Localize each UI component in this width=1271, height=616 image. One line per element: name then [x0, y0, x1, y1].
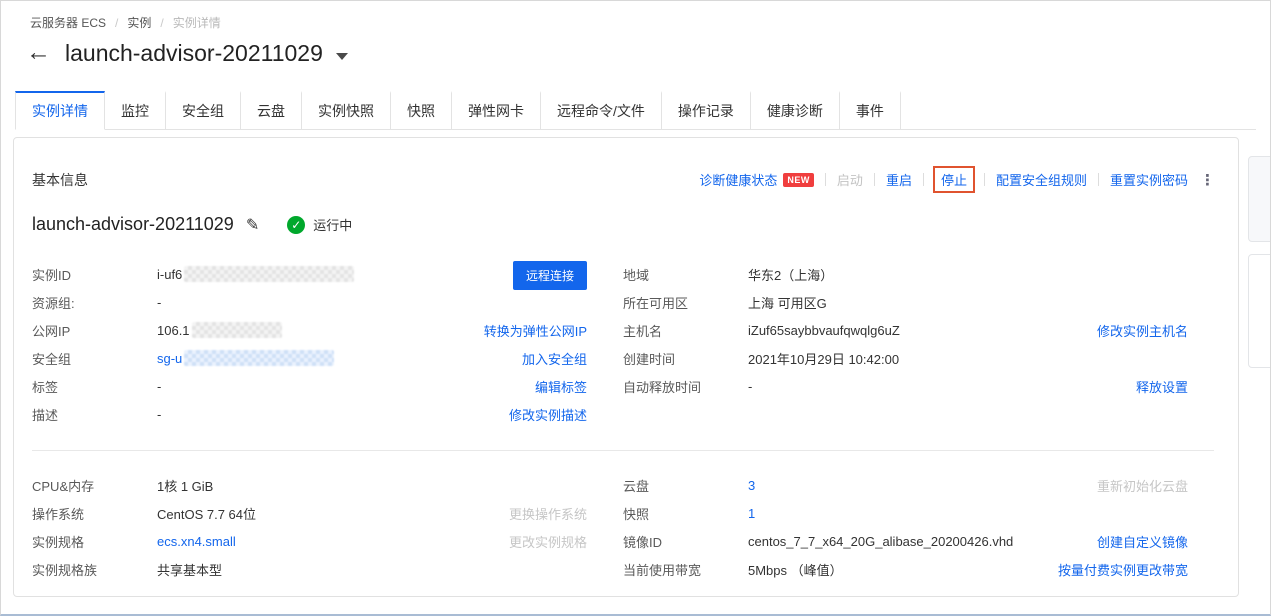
row-bandwidth: 当前使用带宽 5Mbps （峰值） 按量付费实例更改带宽	[623, 555, 1188, 583]
section-divider	[32, 450, 1214, 451]
row-public-ip: 公网IP 106.1 转换为弹性公网IP	[32, 321, 587, 340]
running-check-icon: ✓	[287, 215, 306, 234]
security-group-link[interactable]: sg-u	[157, 350, 335, 366]
detail-grid: 远程连接 实例ID i-uf6 资源组: - 公网IP 106.1 转换为弹性公…	[32, 260, 1214, 428]
change-instance-type-link: 更改实例规格	[508, 534, 587, 550]
stop-link[interactable]: 停止	[941, 173, 967, 188]
tab-bar-filler	[900, 91, 1256, 130]
edit-name-icon[interactable]: ✎	[246, 215, 259, 235]
row-resource-group: 资源组: -	[32, 294, 162, 311]
reset-instance-password-link[interactable]: 重置实例密码	[1110, 170, 1188, 189]
status-badge: ✓ 运行中	[287, 215, 352, 234]
tab-monitoring[interactable]: 监控	[105, 91, 166, 130]
diagnose-health-link[interactable]: 诊断健康状态	[699, 170, 777, 189]
breadcrumb-separator: /	[160, 15, 164, 30]
row-snapshots: 快照 1	[623, 505, 756, 522]
row-instance-type-family: 实例规格族 共享基本型	[32, 562, 223, 578]
row-image-id: 镜像ID centos_7_7_x64_20G_alibase_20200426…	[623, 532, 1188, 551]
tab-snapshots[interactable]: 快照	[391, 91, 452, 130]
modify-hostname-link[interactable]: 修改实例主机名	[1097, 321, 1188, 340]
tab-health-diagnosis[interactable]: 健康诊断	[750, 91, 840, 130]
breadcrumb-instances[interactable]: 实例	[127, 14, 151, 31]
convert-to-eip-link[interactable]: 转换为弹性公网IP	[484, 321, 587, 340]
breadcrumb-instance-detail: 实例详情	[172, 16, 221, 30]
new-badge: NEW	[783, 172, 814, 187]
action-divider	[983, 173, 985, 186]
side-panel-collapsed-top[interactable]	[1248, 156, 1270, 242]
chevron-down-icon[interactable]	[335, 53, 348, 60]
row-disks: 云盘 3 重新初始化云盘	[623, 477, 1188, 494]
instance-name-row: launch-advisor-20211029 ✎ ✓ 运行中	[32, 214, 1214, 235]
start-link: 启动	[836, 173, 863, 188]
configure-security-group-link[interactable]: 配置安全组规则	[996, 170, 1087, 189]
row-instance-id: 实例ID i-uf6	[32, 260, 587, 288]
instance-type-link[interactable]: ecs.xn4.small	[157, 534, 236, 549]
instance-name: launch-advisor-20211029	[32, 214, 234, 234]
status-text: 运行中	[313, 218, 353, 233]
tab-instance-details[interactable]: 实例详情	[15, 91, 105, 130]
row-auto-release-time: 自动释放时间 - 释放设置	[623, 377, 1188, 396]
row-created-time: 创建时间 2021年10月29日 10:42:00	[623, 351, 900, 367]
masked-public-ip	[191, 322, 282, 338]
tab-instance-snapshots[interactable]: 实例快照	[302, 91, 391, 130]
basic-info-card: 基本信息 诊断健康状态 NEW 启动 重启 停止 配置安全组规则 重置实例密码 …	[13, 137, 1239, 597]
release-settings-link[interactable]: 释放设置	[1136, 377, 1188, 396]
action-divider	[873, 173, 875, 186]
tab-operation-records[interactable]: 操作记录	[661, 91, 751, 130]
disks-count-link[interactable]: 3	[748, 478, 755, 493]
tab-disks[interactable]: 云盘	[241, 91, 302, 130]
action-divider	[922, 173, 924, 186]
change-os-link: 更换操作系统	[508, 506, 587, 522]
side-panel-collapsed-bottom[interactable]	[1248, 254, 1270, 368]
more-actions-icon[interactable]: ⋮	[1200, 171, 1215, 189]
remote-connect-button[interactable]: 远程连接	[512, 261, 587, 290]
tab-bar: 实例详情 监控 安全组 云盘 实例快照 快照 弹性网卡 远程命令/文件 操作记录…	[15, 91, 1256, 130]
row-tags: 标签 - 编辑标签	[32, 377, 587, 396]
tab-enis[interactable]: 弹性网卡	[452, 91, 541, 130]
breadcrumb: 云服务器 ECS / 实例 / 实例详情	[1, 1, 1270, 31]
tab-remote-command-file[interactable]: 远程命令/文件	[541, 91, 662, 130]
row-os: 操作系统 CentOS 7.7 64位 更换操作系统	[32, 499, 587, 527]
row-description: 描述 - 修改实例描述	[32, 405, 587, 424]
row-zone: 所在可用区 上海 可用区G	[623, 295, 827, 311]
join-security-group-link[interactable]: 加入安全组	[522, 349, 587, 368]
instance-actions: 诊断健康状态 NEW 启动 重启 停止 配置安全组规则 重置实例密码 ⋮	[699, 166, 1215, 193]
stop-highlight-box: 停止	[932, 166, 975, 193]
row-security-group: 安全组 sg-u 加入安全组	[32, 349, 587, 368]
row-instance-type: 实例规格 ecs.xn4.small 更改实例规格	[32, 533, 587, 550]
restart-link[interactable]: 重启	[886, 170, 912, 189]
breadcrumb-separator: /	[115, 15, 119, 30]
create-custom-image-link[interactable]: 创建自定义镜像	[1097, 532, 1188, 551]
page-title: launch-advisor-20211029	[65, 40, 323, 66]
change-bandwidth-link[interactable]: 按量付费实例更改带宽	[1058, 560, 1188, 579]
action-divider	[1097, 173, 1099, 186]
ecs-instance-detail-page: 云服务器 ECS / 实例 / 实例详情 ← launch-advisor-20…	[0, 0, 1271, 616]
action-divider	[824, 173, 826, 186]
row-region: 地域 华东2（上海）	[623, 267, 834, 283]
reinitialize-disk-link: 重新初始化云盘	[1096, 478, 1188, 494]
tab-security-groups[interactable]: 安全组	[166, 91, 241, 130]
back-arrow-icon[interactable]: ←	[26, 40, 51, 65]
masked-instance-id	[184, 266, 355, 282]
row-hostname: 主机名 iZuf65saybbvaufqwqlg6uZ 修改实例主机名	[623, 321, 1188, 340]
title-row: ← launch-advisor-20211029	[26, 40, 1270, 67]
breadcrumb-ecs[interactable]: 云服务器 ECS	[30, 14, 106, 31]
masked-security-group	[184, 350, 335, 366]
row-cpu-memory: CPU&内存 1核 1 GiB	[32, 478, 214, 494]
section-title-basic-info: 基本信息	[32, 171, 88, 188]
snapshots-count-link[interactable]: 1	[748, 506, 755, 521]
tab-events[interactable]: 事件	[839, 91, 901, 130]
config-grid: CPU&内存 1核 1 GiB 操作系统 CentOS 7.7 64位 更换操作…	[32, 471, 1214, 583]
edit-tags-link[interactable]: 编辑标签	[535, 377, 587, 396]
edit-description-link[interactable]: 修改实例描述	[509, 405, 587, 424]
